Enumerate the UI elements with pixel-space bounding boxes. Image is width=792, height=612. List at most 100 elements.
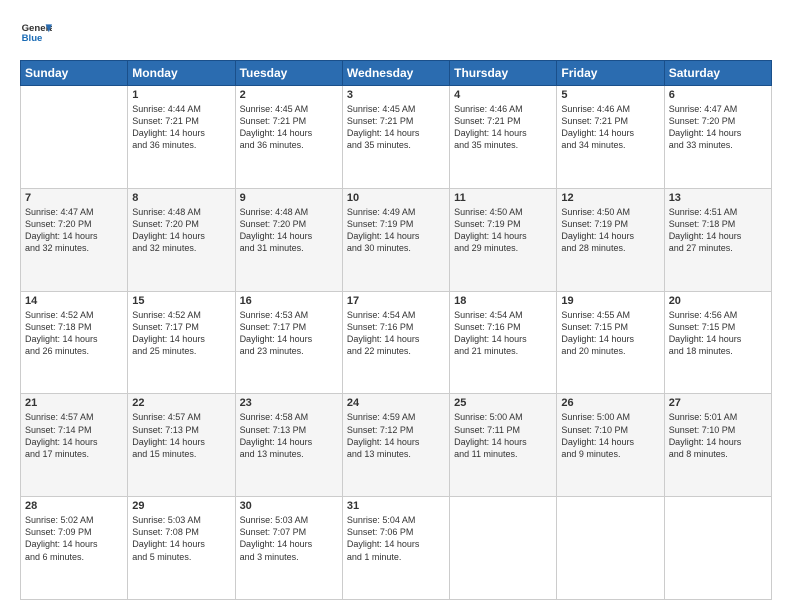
day-number: 17: [347, 295, 445, 307]
calendar-week-row: 28Sunrise: 5:02 AMSunset: 7:09 PMDayligh…: [21, 497, 772, 600]
calendar-cell: 31 Sunrise: 5:04 AMSunset: 7:06 PMDayligh…: [342, 497, 449, 600]
day-header-wednesday: Wednesday: [342, 61, 449, 86]
day-number: 5: [561, 89, 659, 101]
calendar-cell: 11 Sunrise: 4:50 AMSunset: 7:19 PMDayligh…: [450, 188, 557, 291]
calendar-cell: 25 Sunrise: 5:00 AMSunset: 7:11 PMDayligh…: [450, 394, 557, 497]
calendar-cell: 15 Sunrise: 4:52 AMSunset: 7:17 PMDayligh…: [128, 291, 235, 394]
day-number: 26: [561, 397, 659, 409]
day-number: 28: [25, 500, 123, 512]
calendar-cell: [450, 497, 557, 600]
cell-info: Sunrise: 4:47 AMSunset: 7:20 PMDaylight:…: [669, 103, 767, 152]
day-number: 14: [25, 295, 123, 307]
cell-info: Sunrise: 5:00 AMSunset: 7:10 PMDaylight:…: [561, 411, 659, 460]
day-header-monday: Monday: [128, 61, 235, 86]
calendar-cell: 2 Sunrise: 4:45 AMSunset: 7:21 PMDaylight…: [235, 86, 342, 189]
calendar-cell: 1Sunrise: 4:44 AMSunset: 7:21 PMDaylight…: [128, 86, 235, 189]
cell-info: Sunrise: 4:52 AMSunset: 7:17 PMDaylight:…: [132, 309, 230, 358]
day-number: 1: [132, 89, 230, 101]
day-number: 4: [454, 89, 552, 101]
cell-info: Sunrise: 4:51 AMSunset: 7:18 PMDaylight:…: [669, 206, 767, 255]
cell-info: Sunrise: 4:59 AMSunset: 7:12 PMDaylight:…: [347, 411, 445, 460]
day-number: 10: [347, 192, 445, 204]
day-number: 25: [454, 397, 552, 409]
day-header-sunday: Sunday: [21, 61, 128, 86]
calendar-cell: 24 Sunrise: 4:59 AMSunset: 7:12 PMDayligh…: [342, 394, 449, 497]
cell-info: Sunrise: 4:47 AMSunset: 7:20 PMDaylight:…: [25, 206, 123, 255]
cell-info: Sunrise: 4:55 AMSunset: 7:15 PMDaylight:…: [561, 309, 659, 358]
day-number: 24: [347, 397, 445, 409]
logo: General Blue: [20, 18, 52, 50]
day-number: 20: [669, 295, 767, 307]
calendar-cell: 20 Sunrise: 4:56 AMSunset: 7:15 PMDayligh…: [664, 291, 771, 394]
day-number: 31: [347, 500, 445, 512]
cell-info: Sunrise: 4:56 AMSunset: 7:15 PMDaylight:…: [669, 309, 767, 358]
day-header-thursday: Thursday: [450, 61, 557, 86]
svg-text:Blue: Blue: [22, 33, 43, 44]
cell-info: Sunrise: 4:54 AMSunset: 7:16 PMDaylight:…: [454, 309, 552, 358]
calendar-cell: 4 Sunrise: 4:46 AMSunset: 7:21 PMDaylight…: [450, 86, 557, 189]
calendar-cell: 23 Sunrise: 4:58 AMSunset: 7:13 PMDayligh…: [235, 394, 342, 497]
calendar-week-row: 14 Sunrise: 4:52 AMSunset: 7:18 PMDayligh…: [21, 291, 772, 394]
cell-info: Sunrise: 4:46 AMSunset: 7:21 PMDaylight:…: [454, 103, 552, 152]
calendar-cell: 17 Sunrise: 4:54 AMSunset: 7:16 PMDayligh…: [342, 291, 449, 394]
day-number: 23: [240, 397, 338, 409]
calendar-cell: 29Sunrise: 5:03 AMSunset: 7:08 PMDayligh…: [128, 497, 235, 600]
calendar-cell: 9 Sunrise: 4:48 AMSunset: 7:20 PMDaylight…: [235, 188, 342, 291]
day-number: 6: [669, 89, 767, 101]
day-number: 13: [669, 192, 767, 204]
calendar-cell: 26 Sunrise: 5:00 AMSunset: 7:10 PMDayligh…: [557, 394, 664, 497]
calendar-cell: 10Sunrise: 4:49 AMSunset: 7:19 PMDayligh…: [342, 188, 449, 291]
day-number: 2: [240, 89, 338, 101]
cell-info: Sunrise: 4:57 AMSunset: 7:13 PMDaylight:…: [132, 411, 230, 460]
cell-info: Sunrise: 4:52 AMSunset: 7:18 PMDaylight:…: [25, 309, 123, 358]
day-number: 9: [240, 192, 338, 204]
cell-info: Sunrise: 4:48 AMSunset: 7:20 PMDaylight:…: [240, 206, 338, 255]
cell-info: Sunrise: 5:01 AMSunset: 7:10 PMDaylight:…: [669, 411, 767, 460]
cell-info: Sunrise: 4:50 AMSunset: 7:19 PMDaylight:…: [454, 206, 552, 255]
cell-info: Sunrise: 5:04 AMSunset: 7:06 PMDaylight:…: [347, 514, 445, 563]
calendar-cell: 18 Sunrise: 4:54 AMSunset: 7:16 PMDayligh…: [450, 291, 557, 394]
day-number: 16: [240, 295, 338, 307]
cell-info: Sunrise: 4:50 AMSunset: 7:19 PMDaylight:…: [561, 206, 659, 255]
calendar-cell: 19 Sunrise: 4:55 AMSunset: 7:15 PMDayligh…: [557, 291, 664, 394]
day-number: 30: [240, 500, 338, 512]
day-header-tuesday: Tuesday: [235, 61, 342, 86]
calendar-cell: 14 Sunrise: 4:52 AMSunset: 7:18 PMDayligh…: [21, 291, 128, 394]
cell-info: Sunrise: 4:54 AMSunset: 7:16 PMDaylight:…: [347, 309, 445, 358]
calendar-cell: 7 Sunrise: 4:47 AMSunset: 7:20 PMDaylight…: [21, 188, 128, 291]
day-number: 27: [669, 397, 767, 409]
calendar-table: SundayMondayTuesdayWednesdayThursdayFrid…: [20, 60, 772, 600]
cell-info: Sunrise: 5:03 AMSunset: 7:07 PMDaylight:…: [240, 514, 338, 563]
calendar-cell: 5Sunrise: 4:46 AMSunset: 7:21 PMDaylight…: [557, 86, 664, 189]
cell-info: Sunrise: 4:45 AMSunset: 7:21 PMDaylight:…: [347, 103, 445, 152]
cell-info: Sunrise: 5:00 AMSunset: 7:11 PMDaylight:…: [454, 411, 552, 460]
day-number: 11: [454, 192, 552, 204]
day-header-friday: Friday: [557, 61, 664, 86]
day-number: 21: [25, 397, 123, 409]
calendar-cell: 16 Sunrise: 4:53 AMSunset: 7:17 PMDayligh…: [235, 291, 342, 394]
calendar-cell: 28Sunrise: 5:02 AMSunset: 7:09 PMDayligh…: [21, 497, 128, 600]
day-number: 12: [561, 192, 659, 204]
calendar-header-row: SundayMondayTuesdayWednesdayThursdayFrid…: [21, 61, 772, 86]
calendar-week-row: 1Sunrise: 4:44 AMSunset: 7:21 PMDaylight…: [21, 86, 772, 189]
calendar-cell: 21 Sunrise: 4:57 AMSunset: 7:14 PMDayligh…: [21, 394, 128, 497]
day-number: 15: [132, 295, 230, 307]
cell-info: Sunrise: 4:58 AMSunset: 7:13 PMDaylight:…: [240, 411, 338, 460]
calendar-cell: 6 Sunrise: 4:47 AMSunset: 7:20 PMDaylight…: [664, 86, 771, 189]
cell-info: Sunrise: 4:48 AMSunset: 7:20 PMDaylight:…: [132, 206, 230, 255]
day-number: 22: [132, 397, 230, 409]
day-number: 18: [454, 295, 552, 307]
cell-info: Sunrise: 5:03 AMSunset: 7:08 PMDaylight:…: [132, 514, 230, 563]
calendar-cell: [21, 86, 128, 189]
day-number: 19: [561, 295, 659, 307]
calendar-cell: 3Sunrise: 4:45 AMSunset: 7:21 PMDaylight…: [342, 86, 449, 189]
calendar-cell: 30 Sunrise: 5:03 AMSunset: 7:07 PMDayligh…: [235, 497, 342, 600]
calendar-cell: 22 Sunrise: 4:57 AMSunset: 7:13 PMDayligh…: [128, 394, 235, 497]
day-number: 7: [25, 192, 123, 204]
page-header: General Blue: [20, 18, 772, 50]
cell-info: Sunrise: 4:53 AMSunset: 7:17 PMDaylight:…: [240, 309, 338, 358]
cell-info: Sunrise: 4:45 AMSunset: 7:21 PMDaylight:…: [240, 103, 338, 152]
cell-info: Sunrise: 4:57 AMSunset: 7:14 PMDaylight:…: [25, 411, 123, 460]
calendar-cell: 12 Sunrise: 4:50 AMSunset: 7:19 PMDayligh…: [557, 188, 664, 291]
calendar-cell: 13 Sunrise: 4:51 AMSunset: 7:18 PMDayligh…: [664, 188, 771, 291]
